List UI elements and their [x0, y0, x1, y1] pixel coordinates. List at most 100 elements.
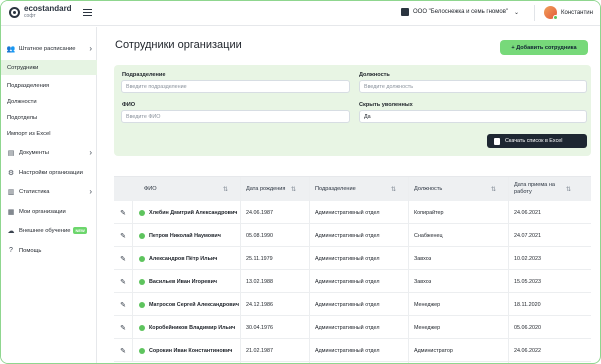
edit-icon[interactable]: ✎ — [114, 293, 133, 316]
hire-date: 05.06.2020 — [514, 324, 541, 331]
person-icon — [139, 209, 145, 216]
user-menu[interactable]: Константин — [544, 6, 593, 20]
employee-name[interactable]: Александров Пётр Ильич — [149, 256, 217, 262]
hire-date: 24.06.2021 — [514, 209, 541, 216]
table-row[interactable]: ✎ Сорокин Иван Константинович 21.02.1987… — [114, 339, 591, 362]
table-row[interactable]: ✎ Васильев Иван Игоревич 13.02.1988 Адми… — [114, 270, 591, 293]
sort-icon[interactable]: ⇅ — [291, 186, 296, 193]
birth-date: 25.11.1979 — [246, 255, 273, 262]
employee-name[interactable]: Васильев Иван Игоревич — [149, 279, 217, 285]
logo-name: ecostandard — [24, 4, 72, 13]
online-status-icon — [553, 15, 558, 20]
edit-icon[interactable]: ✎ — [114, 270, 133, 293]
organization-name: ООО "Белоснежка и семь гномов" — [413, 9, 509, 15]
person-icon — [139, 324, 145, 331]
column-divider — [508, 177, 509, 363]
employee-name[interactable]: Хлебин Дмитрий Александрович — [149, 210, 237, 216]
organization-selector[interactable]: ООО "Белоснежка и семь гномов" ⌄ — [401, 8, 519, 16]
department-label: Подразделение — [122, 72, 166, 78]
employee-name[interactable]: Сорокин Иван Константинович — [149, 348, 232, 354]
sidebar-item-excel-import[interactable]: Импорт из Excel — [1, 126, 97, 141]
chevron-right-icon: › — [89, 187, 92, 196]
birth-date: 05.08.1990 — [246, 232, 273, 239]
sidebar-item-departments[interactable]: Подразделения — [1, 78, 97, 93]
add-employee-button[interactable]: + Добавить сотрудника — [500, 40, 588, 55]
page-title: Сотрудники организации — [115, 39, 242, 51]
hire-date: 24.06.2022 — [514, 347, 541, 354]
user-name: Константин — [561, 9, 593, 16]
sidebar-item-my-organizations[interactable]: ▦ Мои организации — [1, 204, 97, 219]
table-row[interactable]: ✎ Матросов Сергей Александрович 24.12.19… — [114, 293, 591, 316]
column-header-birth[interactable]: Дата рождения — [246, 177, 286, 201]
document-icon: ▤ — [7, 149, 15, 157]
column-divider — [309, 177, 310, 363]
edit-icon[interactable]: ✎ — [114, 316, 133, 339]
employee-name[interactable]: Петров Николай Наумович — [149, 233, 221, 239]
table-row[interactable]: ✎ Хлебин Дмитрий Александрович 24.06.198… — [114, 201, 591, 224]
department: Административный отдел — [315, 301, 380, 308]
fio-label: ФИО — [122, 102, 136, 108]
hide-fired-select[interactable]: Да — [359, 110, 587, 123]
sidebar-item-positions[interactable]: Должности — [1, 94, 97, 109]
chart-icon: ▥ — [7, 188, 15, 196]
sidebar-item-help[interactable]: ? Помощь — [1, 243, 97, 258]
sort-icon[interactable]: ⇅ — [391, 186, 396, 193]
sidebar-item-statistics[interactable]: ▥ Статистика › — [1, 184, 97, 199]
sort-icon[interactable]: ⇅ — [491, 186, 496, 193]
column-header-hired[interactable]: Дата приема на работу — [514, 177, 562, 201]
column-header-department[interactable]: Подразделение — [315, 177, 356, 201]
table-row[interactable]: ✎ Петров Николай Наумович 05.08.1990 Адм… — [114, 224, 591, 247]
birth-date: 24.06.1987 — [246, 209, 273, 216]
sidebar-item-staffing[interactable]: 👥 Штатное расписание › — [1, 41, 97, 56]
app-window: ecostandard софт ООО "Белоснежка и семь … — [0, 0, 601, 364]
sidebar-item-org-settings[interactable]: ⚙ Настройки организации — [1, 165, 97, 180]
column-header-fio[interactable]: ФИО — [144, 177, 157, 201]
edit-icon[interactable]: ✎ — [114, 201, 133, 224]
hire-date: 18.11.2020 — [514, 301, 541, 308]
logo-icon — [9, 7, 20, 18]
edit-icon[interactable]: ✎ — [114, 339, 133, 362]
department: Административный отдел — [315, 209, 380, 216]
position: Копирайтер — [414, 209, 444, 216]
birth-date: 30.04.1976 — [246, 324, 273, 331]
sidebar-item-subdivisions[interactable]: Подотделы — [1, 110, 97, 125]
chevron-down-icon: ⌄ — [514, 9, 520, 16]
sidebar-item-external-training[interactable]: ☁ Внешнее обучение NEW — [1, 223, 97, 238]
position: Администратор — [414, 347, 453, 354]
table-row[interactable]: ✎ Коробейников Владимир Ильич 30.04.1976… — [114, 316, 591, 339]
cloud-icon: ☁ — [7, 227, 15, 235]
building-icon: ▦ — [7, 208, 15, 216]
menu-toggle-icon[interactable] — [83, 9, 92, 16]
sidebar-item-employees[interactable]: Сотрудники — [1, 60, 97, 75]
position-label: Должность — [359, 72, 390, 78]
column-divider — [240, 177, 241, 363]
fio-input[interactable]: Введите ФИО — [121, 110, 350, 123]
person-icon — [139, 232, 145, 239]
sort-icon[interactable]: ⇅ — [566, 186, 571, 193]
person-icon — [139, 347, 145, 354]
edit-icon[interactable]: ✎ — [114, 224, 133, 247]
department: Административный отдел — [315, 278, 380, 285]
employee-name[interactable]: Коробейников Владимир Ильич — [149, 325, 235, 331]
birth-date: 13.02.1988 — [246, 278, 273, 285]
column-header-position[interactable]: Должность — [414, 177, 442, 201]
sidebar-item-documents[interactable]: ▤ Документы › — [1, 145, 97, 160]
department-input[interactable]: Введите подразделение — [121, 80, 350, 93]
birth-date: 24.12.1986 — [246, 301, 273, 308]
chevron-right-icon: › — [89, 148, 92, 157]
briefcase-icon — [401, 8, 409, 16]
column-divider — [408, 177, 409, 363]
sort-icon[interactable]: ⇅ — [223, 186, 228, 193]
logo[interactable]: ecostandard софт — [9, 4, 72, 19]
person-icon — [139, 301, 145, 308]
download-excel-button[interactable]: Скачать список в Excel — [487, 134, 587, 148]
position: Завхоз — [414, 278, 432, 285]
table-row[interactable]: ✎ Александров Пётр Ильич 25.11.1979 Адми… — [114, 247, 591, 270]
gear-icon: ⚙ — [7, 169, 15, 177]
help-icon: ? — [9, 247, 13, 254]
employee-name[interactable]: Матросов Сергей Александрович — [149, 302, 239, 308]
position-input[interactable]: Введите должность — [359, 80, 587, 93]
person-icon — [139, 255, 145, 262]
position: Менеджер — [414, 301, 441, 308]
edit-icon[interactable]: ✎ — [114, 247, 133, 270]
